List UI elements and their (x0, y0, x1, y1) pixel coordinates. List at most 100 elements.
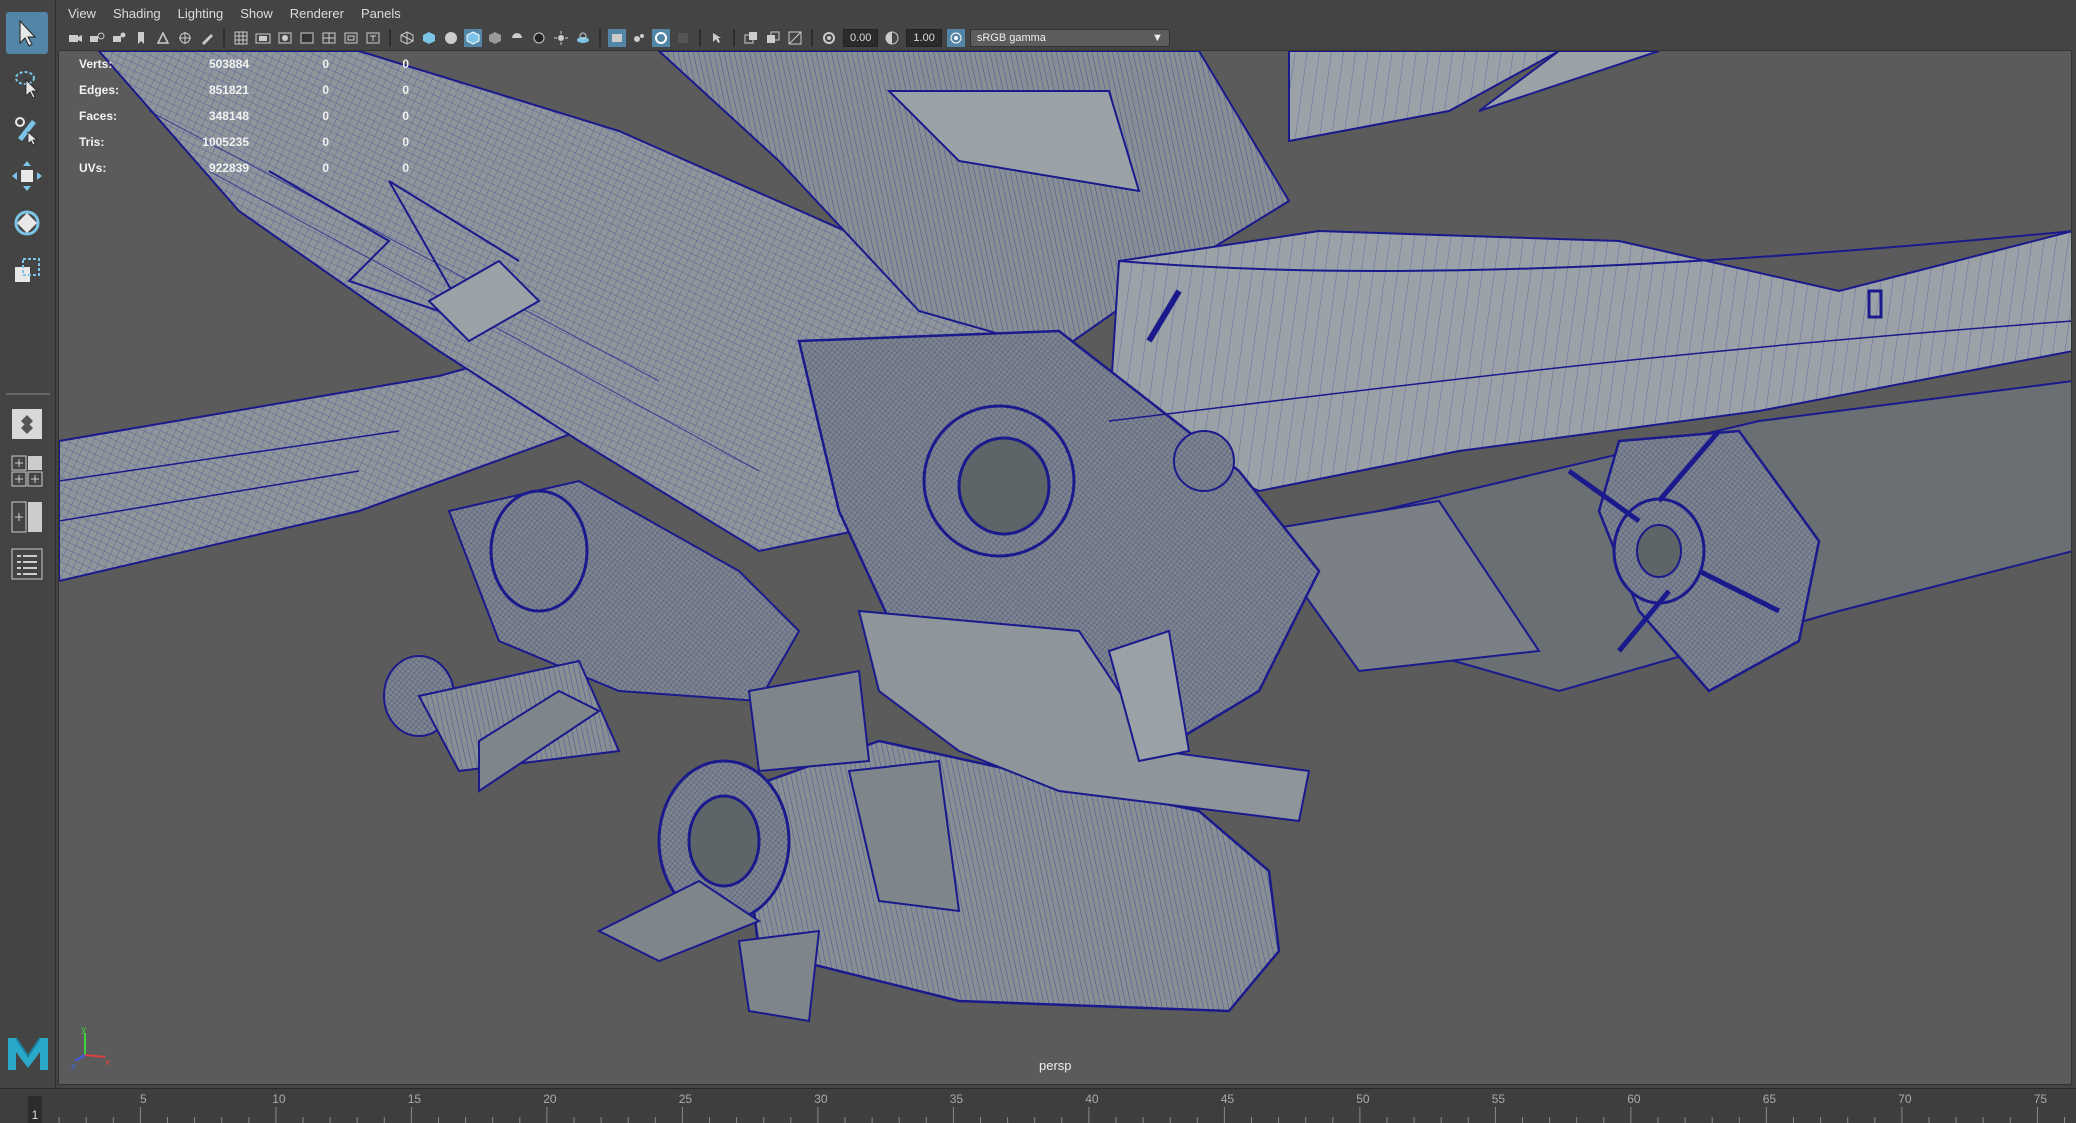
time-tick-label: 10 (272, 1092, 286, 1106)
hud-value: 922839 (208, 161, 249, 175)
two-view-layout-icon[interactable] (8, 498, 46, 536)
hud-selected-value: 0 (322, 109, 329, 123)
hud-uv-value: 0 (402, 83, 409, 97)
toolbar-separator (599, 29, 601, 47)
gamma-icon[interactable] (883, 29, 901, 47)
menu-view[interactable]: View (68, 6, 96, 21)
resolution-gate-icon[interactable] (276, 29, 294, 47)
paint-select-tool-icon[interactable] (6, 108, 48, 150)
outliner-layout-icon[interactable] (8, 545, 46, 583)
depth-of-field-icon[interactable] (764, 29, 782, 47)
lasso-tool-icon[interactable] (6, 62, 48, 104)
menu-renderer[interactable]: Renderer (290, 6, 344, 21)
use-all-lights-icon[interactable] (508, 29, 526, 47)
single-view-layout-icon[interactable] (8, 405, 46, 443)
hud-selected-value: 0 (322, 135, 329, 149)
hud-row-faces: Faces: 348148 0 0 (79, 103, 409, 129)
multisample-aa-icon[interactable] (742, 29, 760, 47)
toolbar-separator (223, 29, 225, 47)
camera-name-label: persp (1039, 1058, 1072, 1073)
wireframe-icon[interactable] (398, 29, 416, 47)
smooth-shade-icon[interactable] (420, 29, 438, 47)
menu-panels[interactable]: Panels (361, 6, 401, 21)
bookmarks-icon[interactable] (110, 29, 128, 47)
hud-value: 503884 (208, 57, 249, 71)
time-tick-label: 20 (543, 1092, 557, 1106)
camera-attributes-icon[interactable] (88, 29, 106, 47)
textured-icon[interactable] (486, 29, 504, 47)
xray-joints-icon[interactable] (630, 29, 648, 47)
hud-label: Edges: (79, 83, 120, 97)
panel-toolbar: 0.00 1.00 sRGB gamma ▼ (58, 26, 2076, 50)
time-tick-label: 60 (1627, 1092, 1641, 1106)
svg-text:x: x (105, 1058, 111, 1068)
safe-title-icon[interactable] (364, 29, 382, 47)
poly-count-hud: Verts: 503884 0 0 Edges: 851821 0 0 Face… (79, 51, 409, 181)
time-tick-label: 30 (814, 1092, 828, 1106)
time-tick-label: 35 (950, 1092, 964, 1106)
view-transform-dropdown[interactable]: sRGB gamma ▼ (969, 29, 1170, 47)
safe-action-icon[interactable] (342, 29, 360, 47)
hud-selected-value: 0 (322, 161, 329, 175)
toolbar-separator (699, 29, 701, 47)
field-chart-icon[interactable] (320, 29, 338, 47)
time-tick-label: 55 (1492, 1092, 1506, 1106)
film-gate-icon[interactable] (254, 29, 272, 47)
toolbar-separator (811, 29, 813, 47)
hud-uv-value: 0 (402, 57, 409, 71)
hud-label: UVs: (79, 161, 107, 175)
two-d-pan-zoom-icon[interactable] (176, 29, 194, 47)
hud-uv-value: 0 (402, 109, 409, 123)
hud-uv-value: 0 (402, 135, 409, 149)
wireframe-on-shaded-icon[interactable] (464, 29, 482, 47)
scale-tool-icon[interactable] (6, 250, 48, 292)
grease-pencil-icon[interactable] (198, 29, 216, 47)
image-plane-icon[interactable] (154, 29, 172, 47)
select-tool-icon[interactable] (6, 12, 48, 54)
current-frame-marker[interactable]: 1 (28, 1096, 42, 1123)
hud-value: 348148 (208, 109, 249, 123)
grid-icon[interactable] (232, 29, 250, 47)
motion-blur-icon[interactable] (708, 29, 726, 47)
bookmark-flag-icon[interactable] (132, 29, 150, 47)
chevron-down-icon: ▼ (1151, 32, 1163, 44)
toolbox (0, 0, 56, 1088)
gate-mask-icon[interactable] (298, 29, 316, 47)
xray-icon[interactable] (574, 29, 592, 47)
view-axis-gizmo-icon: y x z (71, 1025, 111, 1071)
time-tick-label: 65 (1763, 1092, 1777, 1106)
gamma-field[interactable]: 1.00 (906, 29, 942, 47)
default-material-icon[interactable] (442, 29, 460, 47)
time-slider[interactable]: 5101520253035404550556065707580859095100… (0, 1088, 2076, 1123)
viewport-persp[interactable]: Verts: 503884 0 0 Edges: 851821 0 0 Face… (58, 50, 2072, 1085)
toolbar-separator (733, 29, 735, 47)
toggle-hud-icon[interactable] (786, 29, 804, 47)
toolbox-separator (6, 393, 50, 395)
hud-value: 1005235 (202, 135, 249, 149)
xray-active-components-icon[interactable] (652, 29, 670, 47)
hud-selected-value: 0 (322, 57, 329, 71)
rotate-tool-icon[interactable] (6, 202, 48, 244)
maya-logo-icon (8, 1037, 48, 1070)
move-tool-icon[interactable] (6, 155, 48, 197)
shadows-icon[interactable] (530, 29, 548, 47)
svg-text:z: z (71, 1062, 76, 1071)
four-view-layout-icon[interactable] (8, 452, 46, 490)
hud-row-verts: Verts: 503884 0 0 (79, 51, 409, 77)
time-tick-label: 70 (1898, 1092, 1912, 1106)
panel-menubar: View Shading Lighting Show Renderer Pane… (58, 0, 2076, 26)
isolate-select-icon[interactable] (608, 29, 626, 47)
menu-lighting[interactable]: Lighting (178, 6, 224, 21)
color-management-icon[interactable] (946, 29, 965, 47)
screen-space-ao-icon[interactable] (674, 29, 692, 47)
menu-show[interactable]: Show (240, 6, 273, 21)
exposure-icon[interactable] (820, 29, 838, 47)
hud-value: 851821 (208, 83, 249, 97)
select-camera-icon[interactable] (66, 29, 84, 47)
hud-label: Verts: (79, 57, 113, 71)
lights-icon[interactable] (552, 29, 570, 47)
toolbar-separator (389, 29, 391, 47)
hud-label: Faces: (79, 109, 118, 123)
menu-shading[interactable]: Shading (113, 6, 161, 21)
exposure-field[interactable]: 0.00 (843, 29, 879, 47)
